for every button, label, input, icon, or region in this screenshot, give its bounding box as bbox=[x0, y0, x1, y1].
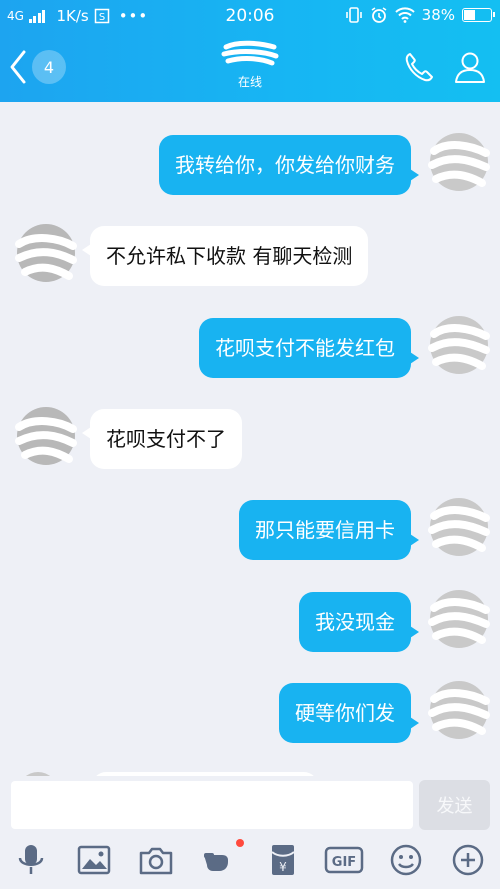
contact-avatar[interactable] bbox=[15, 222, 77, 284]
vibrate-icon bbox=[345, 7, 362, 23]
chat-header: 4G 1K/s S ••• 20:06 38% 4 在线 bbox=[0, 0, 500, 102]
message-input[interactable] bbox=[11, 781, 413, 829]
title-bar: 4 在线 bbox=[0, 33, 500, 102]
incoming-message[interactable]: 不允许私下收款 有聊天检测 bbox=[81, 226, 369, 286]
outgoing-message[interactable]: 那只能要信用卡 bbox=[239, 500, 419, 560]
self-avatar[interactable] bbox=[428, 588, 490, 650]
self-avatar[interactable] bbox=[428, 496, 490, 558]
send-button[interactable]: 发送 bbox=[419, 780, 490, 830]
incoming-message[interactable]: 花呗支付不了 bbox=[82, 409, 242, 469]
camera-icon[interactable] bbox=[139, 843, 173, 877]
outgoing-message[interactable]: 花呗支付不能发红包 bbox=[199, 318, 419, 378]
self-avatar[interactable] bbox=[428, 679, 490, 741]
poke-icon[interactable] bbox=[202, 843, 240, 877]
microphone-icon[interactable] bbox=[14, 843, 48, 877]
self-avatar[interactable] bbox=[428, 131, 490, 193]
svg-text:GIF: GIF bbox=[332, 855, 356, 870]
chevron-left-icon bbox=[10, 50, 26, 84]
back-button[interactable]: 4 bbox=[8, 47, 70, 87]
self-avatar[interactable] bbox=[428, 314, 490, 376]
contact-avatar[interactable] bbox=[15, 405, 77, 467]
image-icon[interactable] bbox=[77, 843, 111, 877]
outgoing-message[interactable]: 硬等你们发 bbox=[279, 683, 419, 743]
emoji-icon[interactable] bbox=[389, 843, 423, 877]
battery-level bbox=[464, 10, 475, 20]
plus-icon[interactable] bbox=[451, 843, 485, 877]
redacted-contact-name bbox=[221, 40, 279, 66]
input-bar: 发送 ¥ GIF bbox=[0, 776, 500, 889]
svg-text:¥: ¥ bbox=[279, 860, 287, 874]
alarm-icon bbox=[371, 7, 387, 23]
status-bar: 4G 1K/s S ••• 20:06 38% bbox=[0, 0, 500, 33]
wifi-icon bbox=[394, 7, 415, 23]
battery-icon bbox=[462, 8, 495, 22]
battery-percent: 38% bbox=[421, 6, 455, 24]
phone-icon[interactable] bbox=[401, 49, 437, 85]
outgoing-message[interactable]: 我没现金 bbox=[299, 592, 419, 652]
red-packet-icon[interactable]: ¥ bbox=[266, 843, 300, 877]
contact-title[interactable]: 在线 bbox=[200, 39, 300, 90]
gif-icon[interactable]: GIF bbox=[324, 843, 364, 877]
outgoing-message[interactable]: 我转给你，你发给你财务 bbox=[159, 135, 419, 195]
online-status: 在线 bbox=[237, 75, 262, 89]
unread-count-badge: 4 bbox=[32, 50, 66, 84]
profile-icon[interactable] bbox=[452, 49, 488, 85]
notification-dot bbox=[236, 839, 244, 847]
